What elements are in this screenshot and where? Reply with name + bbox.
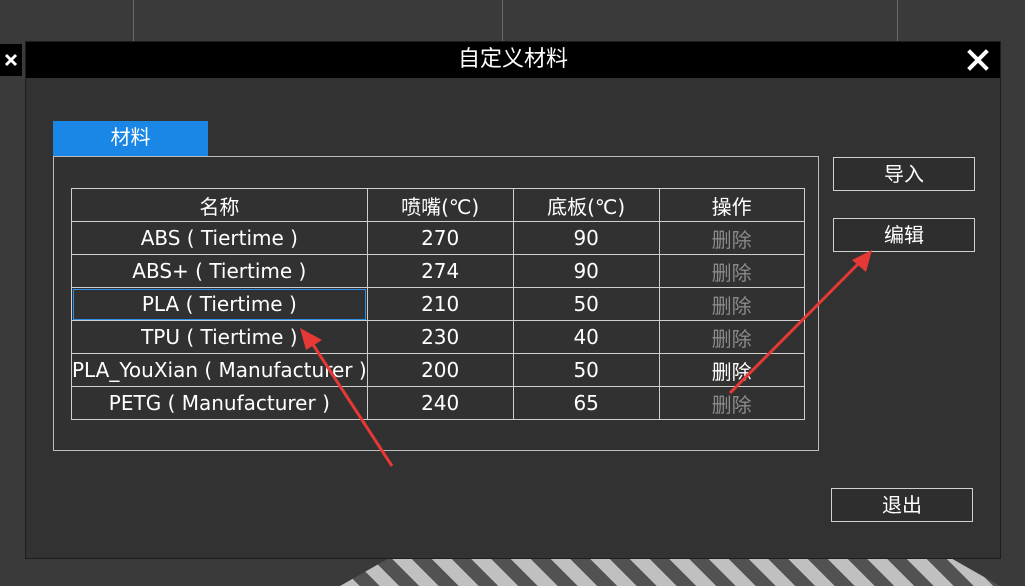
column-header-nozzle: 喷嘴(℃) <box>366 188 514 222</box>
bed-temp: 50 <box>512 287 660 321</box>
materials-table: 名称 喷嘴(℃) 底板(℃) 操作 ABS ( Tiertime ) 270 9… <box>71 188 805 420</box>
materials-panel: 名称 喷嘴(℃) 底板(℃) 操作 ABS ( Tiertime ) 270 9… <box>53 156 819 451</box>
nozzle-temp: 210 <box>366 287 514 321</box>
custom-material-dialog: 自定义材料 材料 名称 喷嘴(℃) 底板(℃) 操作 ABS ( Tiertim… <box>26 42 1000 558</box>
table-row[interactable]: ABS ( Tiertime ) 270 90 删除 <box>71 221 805 255</box>
material-name[interactable]: TPU ( Tiertime ) <box>71 320 368 354</box>
delete-button[interactable]: 删除 <box>658 353 805 387</box>
material-name[interactable]: PLA_YouXian ( Manufacturer ) <box>71 353 368 387</box>
dialog-titlebar: 自定义材料 <box>26 42 1000 78</box>
bed-temp: 40 <box>512 320 660 354</box>
material-name[interactable]: PLA ( Tiertime ) <box>71 287 368 321</box>
material-name[interactable]: ABS+ ( Tiertime ) <box>71 254 368 288</box>
material-name[interactable]: PETG ( Manufacturer ) <box>71 386 368 420</box>
delete-button: 删除 <box>658 287 805 321</box>
build-plate-checker <box>340 556 1000 586</box>
bed-temp: 50 <box>512 353 660 387</box>
table-header-row: 名称 喷嘴(℃) 底板(℃) 操作 <box>71 188 805 222</box>
bed-temp: 90 <box>512 221 660 255</box>
column-header-bed: 底板(℃) <box>512 188 660 222</box>
import-button[interactable]: 导入 <box>833 157 975 191</box>
delete-button: 删除 <box>658 386 805 420</box>
exit-button[interactable]: 退出 <box>831 488 973 522</box>
nozzle-temp: 274 <box>366 254 514 288</box>
table-row[interactable]: TPU ( Tiertime ) 230 40 删除 <box>71 320 805 354</box>
table-row-selected[interactable]: PLA ( Tiertime ) 210 50 删除 <box>71 287 805 321</box>
background-close-icon[interactable] <box>0 44 22 76</box>
close-icon[interactable] <box>966 48 990 72</box>
column-header-action: 操作 <box>658 188 805 222</box>
table-row[interactable]: PLA_YouXian ( Manufacturer ) 200 50 删除 <box>71 353 805 387</box>
delete-button: 删除 <box>658 254 805 288</box>
dialog-title: 自定义材料 <box>457 47 568 72</box>
bed-temp: 90 <box>512 254 660 288</box>
bed-temp: 65 <box>512 386 660 420</box>
column-header-name: 名称 <box>71 188 368 222</box>
table-row[interactable]: ABS+ ( Tiertime ) 274 90 删除 <box>71 254 805 288</box>
nozzle-temp: 240 <box>366 386 514 420</box>
tab-materials[interactable]: 材料 <box>53 121 208 156</box>
material-name[interactable]: ABS ( Tiertime ) <box>71 221 368 255</box>
viewport-grid-line <box>502 0 503 44</box>
viewport-grid-line <box>897 0 898 44</box>
nozzle-temp: 270 <box>366 221 514 255</box>
viewport-grid-line <box>133 0 134 44</box>
nozzle-temp: 200 <box>366 353 514 387</box>
nozzle-temp: 230 <box>366 320 514 354</box>
table-row[interactable]: PETG ( Manufacturer ) 240 65 删除 <box>71 386 805 420</box>
delete-button: 删除 <box>658 221 805 255</box>
delete-button: 删除 <box>658 320 805 354</box>
edit-button[interactable]: 编辑 <box>833 218 975 252</box>
